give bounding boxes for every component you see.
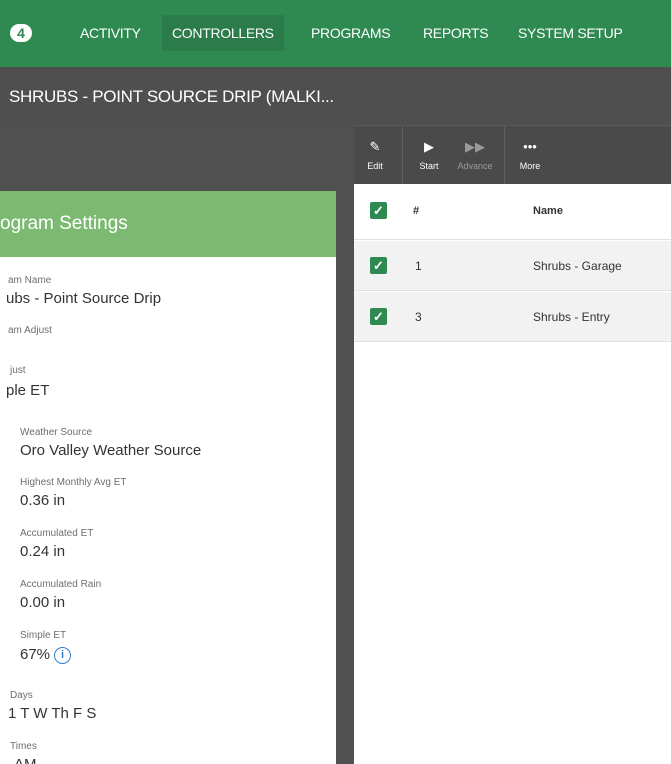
program-adjust-label: am Adjust (8, 325, 52, 336)
advance-button[interactable]: ▶▶ Advance (450, 126, 500, 185)
page-title: SHRUBS - POINT SOURCE DRIP (MALKI... (9, 87, 334, 106)
column-header-number[interactable]: # (413, 205, 419, 217)
select-all-checkbox[interactable]: ✓ (370, 202, 387, 219)
row-name: Shrubs - Entry (533, 310, 610, 324)
zones-panel: ✎ Edit ▶ Start ▶▶ Advance ••• More ✓ # N… (354, 125, 671, 764)
row-name: Shrubs - Garage (533, 259, 622, 273)
sub-header: SHRUBS - POINT SOURCE DRIP (MALKI... (0, 67, 671, 125)
simple-et-label: Simple ET (20, 630, 67, 641)
pencil-icon: ✎ (369, 139, 381, 154)
start-label: Start (419, 161, 439, 171)
program-name-label: am Name (8, 275, 52, 286)
simple-et-value: 67% (20, 646, 51, 663)
info-icon[interactable]: i (54, 646, 72, 664)
weather-source-label: Weather Source (20, 427, 93, 438)
weather-source-value: Oro Valley Weather Source (20, 442, 202, 459)
play-icon: ▶ (424, 139, 434, 154)
start-button[interactable]: ▶ Start (412, 126, 446, 185)
times-value: AM (14, 756, 37, 764)
checkmark-icon: ✓ (373, 309, 384, 324)
checkmark-icon: ✓ (373, 258, 384, 273)
logo[interactable]: 4 (10, 24, 32, 42)
row-number: 3 (415, 310, 422, 324)
highest-et-label: Highest Monthly Avg ET (20, 477, 127, 488)
accumulated-et-value: 0.24 in (20, 543, 66, 560)
ellipsis-icon: ••• (523, 139, 537, 154)
program-settings-card: ogram Settings am Name ubs - Point Sourc… (0, 191, 336, 764)
toolbar-divider (504, 126, 505, 185)
highest-et-value: 0.36 in (20, 492, 66, 509)
nav-activity[interactable]: ACTIVITY (70, 15, 151, 51)
days-label: Days (10, 690, 33, 701)
accumulated-rain-value: 0.00 in (20, 594, 66, 611)
nav-reports[interactable]: REPORTS (413, 15, 498, 51)
row-number: 1 (415, 259, 422, 273)
row-checkbox[interactable]: ✓ (370, 308, 387, 325)
table-row[interactable]: ✓ 3 Shrubs - Entry (354, 292, 671, 342)
edit-button[interactable]: ✎ Edit (360, 126, 390, 185)
toolbar-divider (402, 126, 403, 185)
simple-et-row: 67% i (20, 646, 72, 664)
times-label: Times (10, 741, 37, 752)
card-title: ogram Settings (0, 213, 128, 234)
nav-programs[interactable]: PROGRAMS (301, 15, 400, 51)
column-header-name[interactable]: Name (533, 205, 563, 217)
advance-label: Advance (457, 161, 493, 171)
table-header: ✓ # Name (354, 184, 671, 240)
card-header: ogram Settings (0, 191, 336, 257)
nav-system-setup[interactable]: SYSTEM SETUP (508, 15, 633, 51)
checkmark-icon: ✓ (373, 203, 384, 218)
days-value: 1 T W Th F S (8, 705, 97, 722)
accumulated-rain-label: Accumulated Rain (20, 579, 102, 590)
nav-controllers[interactable]: CONTROLLERS (162, 15, 284, 51)
row-checkbox[interactable]: ✓ (370, 257, 387, 274)
program-name-value: ubs - Point Source Drip (6, 290, 162, 307)
toolbar: ✎ Edit ▶ Start ▶▶ Advance ••• More (354, 125, 671, 185)
table-row[interactable]: ✓ 1 Shrubs - Garage (354, 241, 671, 291)
fast-forward-icon: ▶▶ (465, 139, 485, 154)
edit-label: Edit (367, 161, 383, 171)
top-nav: 4 ACTIVITY CONTROLLERS PROGRAMS REPORTS … (0, 0, 671, 67)
adjust-label: just (10, 365, 26, 376)
adjust-value: ple ET (6, 382, 50, 399)
accumulated-et-label: Accumulated ET (20, 528, 94, 539)
more-label: More (519, 161, 541, 171)
more-button[interactable]: ••• More (514, 126, 546, 185)
